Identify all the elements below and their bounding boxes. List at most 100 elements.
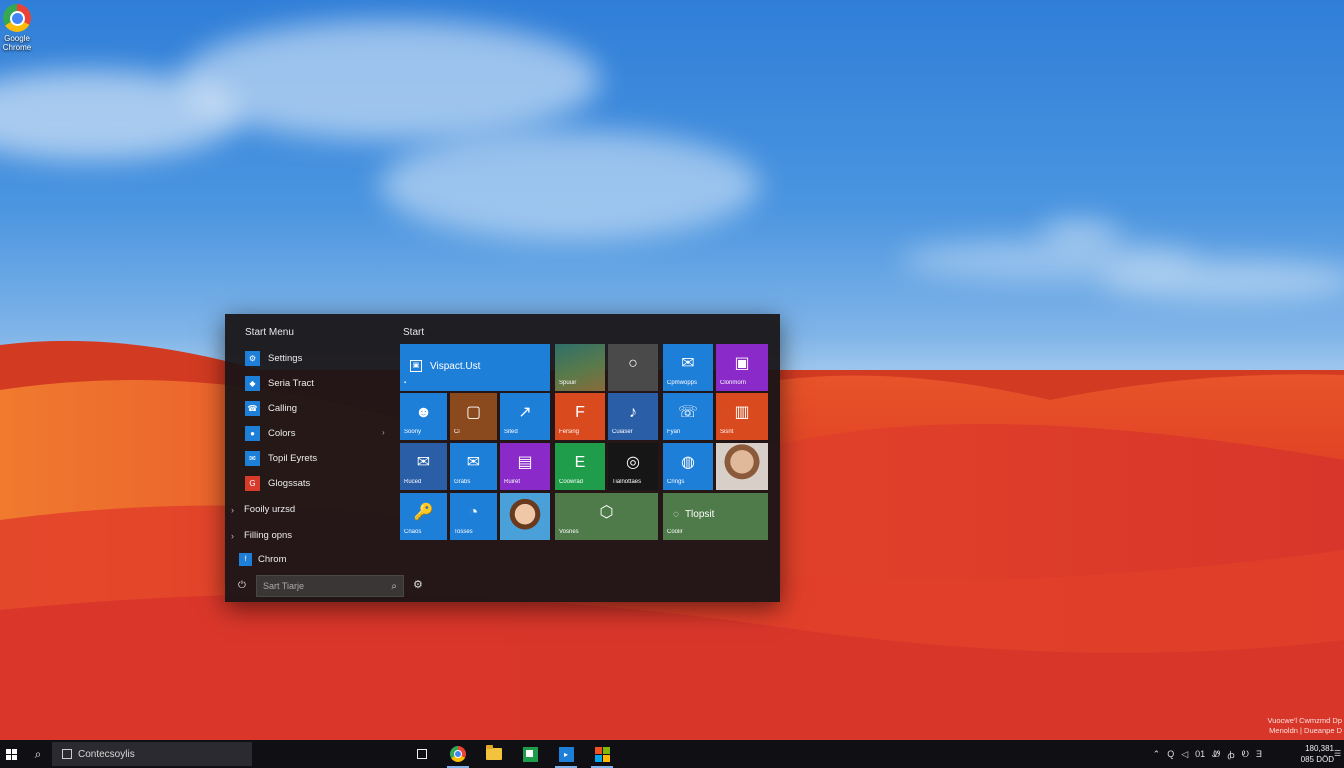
store-icon: ▸ — [558, 746, 574, 762]
desktop-icon-label: Google Chrome — [2, 34, 32, 52]
app-group-2[interactable]: › Filling opns — [231, 530, 292, 541]
excel-icon: E — [574, 454, 586, 471]
office-icon: F — [575, 404, 585, 421]
mail-icon: ✉ — [245, 451, 260, 466]
start-search-input[interactable] — [263, 581, 392, 591]
search-icon: ⌕ — [34, 746, 42, 761]
app-item-colors[interactable]: ● Colors — [245, 421, 395, 446]
system-tray: ⌃ Q ◁ 01 Ꮺ ꞗ Ꭷ Ǝ — [1153, 740, 1262, 768]
app-group-label: Filling opns — [244, 530, 293, 541]
cortana-search-box[interactable]: Contecsoylis — [52, 742, 252, 766]
chrome-icon — [3, 4, 31, 32]
watermark-line: Vuocwe'l Cwmzmd Dp — [1267, 716, 1342, 725]
tile-photo-landscape[interactable]: Spuuir — [555, 344, 605, 391]
tile-key[interactable]: 🔑 Cnaos — [400, 493, 447, 540]
desktop-icon-chrome[interactable]: Google Chrome — [0, 4, 34, 52]
cortana-text: Contecsoylis — [78, 748, 135, 760]
tile-label: Tlopsit — [684, 509, 715, 520]
app-item-label: Calling — [268, 403, 298, 414]
app-icon: ◔ — [468, 504, 479, 521]
colors-icon: ● — [245, 426, 260, 441]
app-item-label: Settings — [268, 353, 303, 364]
app-group-1[interactable]: › Fooily urzsd — [231, 504, 295, 515]
activation-watermark: Vuocwe'l Cwmzmd Dp Menoldn | Dueanpe D — [1267, 716, 1342, 736]
taskbar-file-explorer[interactable] — [478, 740, 510, 768]
tray-icon[interactable]: Q — [1167, 749, 1174, 759]
tile-sited[interactable]: ↗ Sited — [500, 393, 550, 440]
app-icon: ▤ — [517, 454, 533, 471]
tile-label: Cnngs — [667, 479, 685, 485]
tile-vispact[interactable]: ▣ Vispact.Ust ▪ — [400, 344, 550, 391]
tile-label: Ci — [454, 429, 460, 435]
start-button[interactable] — [0, 740, 22, 768]
app-item-chrome[interactable]: f Chrom — [239, 553, 287, 566]
tile-people[interactable]: ☻ Soony — [400, 393, 447, 440]
tile-orange-app[interactable]: ▥ Sisnt — [716, 393, 768, 440]
lens-icon: ◎ — [626, 454, 640, 471]
app-item-glogssats[interactable]: G Glogssats — [245, 471, 395, 496]
tile-browser[interactable]: ◍ Cnngs — [663, 443, 713, 490]
tile-mail-2[interactable]: ✉ Ruced — [400, 443, 447, 490]
app-item-calling[interactable]: ☎ Calling — [245, 396, 395, 421]
tile-phone[interactable]: ☏ Fyan — [663, 393, 713, 440]
chrome-icon — [450, 746, 466, 762]
music-icon: ♪ — [629, 404, 637, 421]
app-item-label: Chrom — [258, 554, 287, 565]
tray-icon[interactable]: ꞗ — [1227, 748, 1235, 761]
tile-label: Ruced — [404, 479, 422, 485]
phone-icon: ☏ — [677, 404, 698, 421]
tile-dark-app[interactable]: ◎ Tialnottaes — [608, 443, 658, 490]
task-view-button[interactable] — [406, 740, 438, 768]
taskbar-sheets[interactable] — [514, 740, 546, 768]
tile-contact-photo[interactable] — [716, 443, 768, 490]
start-menu: Start Menu ⚙ Settings ◆ Seria Tract ☎ Ca… — [225, 314, 780, 602]
volume-icon[interactable]: ◁ — [1181, 749, 1188, 760]
tile-label: Vispact.Ust — [430, 360, 481, 372]
start-search-box[interactable]: ⌕ — [256, 575, 404, 597]
tray-icon[interactable]: Ꮺ — [1212, 749, 1220, 760]
tile-mail-3[interactable]: ✉ Grabs — [450, 443, 497, 490]
tile-tlopsit[interactable]: ◌ Tlopsit Coolir — [663, 493, 768, 540]
app-list: ⚙ Settings ◆ Seria Tract ☎ Calling ● Col… — [245, 346, 395, 496]
tile-purple-2[interactable]: ▤ Ruiret — [500, 443, 550, 490]
tray-icon[interactable]: Ꭷ — [1242, 749, 1249, 760]
tray-icon[interactable]: Ǝ — [1256, 749, 1262, 759]
tile-office[interactable]: F Fersing — [555, 393, 605, 440]
app-item-label: Seria Tract — [268, 378, 314, 389]
cloud — [180, 20, 600, 140]
chevron-right-icon: › — [382, 428, 385, 437]
taskbar-clock[interactable]: 180,381 085 DÖD — [1264, 743, 1334, 765]
tray-icon[interactable]: 01 — [1195, 749, 1205, 759]
tile-mail[interactable]: ✉ Cpmwopps — [663, 344, 713, 391]
taskbar-microsoft[interactable] — [586, 740, 618, 768]
show-desktop-button[interactable]: ☰ — [1334, 740, 1342, 768]
app-item-topil-eyrets[interactable]: ✉ Topil Eyrets — [245, 446, 395, 471]
app-item-label: Glogssats — [268, 478, 311, 489]
taskbar-chrome[interactable] — [442, 740, 474, 768]
tile-label: Cnaos — [404, 529, 422, 535]
tile-purple-app[interactable]: ▣ Clonmorn — [716, 344, 768, 391]
taskbar-search-button[interactable]: ⌕ — [27, 740, 49, 768]
start-menu-title: Start Menu — [245, 327, 294, 338]
mail-icon: ✉ — [416, 454, 431, 471]
tile-child-photo[interactable] — [500, 493, 550, 540]
folder-icon — [486, 745, 502, 760]
tray-overflow-icon[interactable]: ⌃ — [1153, 749, 1161, 760]
document-icon: ▥ — [734, 404, 750, 421]
tile-brown-app[interactable]: ▢ Ci — [450, 393, 497, 440]
tile-tosses[interactable]: ◔ Tosses — [450, 493, 497, 540]
tile-music[interactable]: ♪ Cuiaser — [608, 393, 658, 440]
screen-icon: ▢ — [465, 404, 482, 421]
tile-label: Ruiret — [504, 479, 521, 485]
app-item-seria-tract[interactable]: ◆ Seria Tract — [245, 371, 395, 396]
tile-xbox[interactable]: ⬡ Vosnes — [555, 493, 658, 540]
tile-excel[interactable]: E Coowrad — [555, 443, 605, 490]
taskbar-store[interactable]: ▸ — [550, 740, 582, 768]
cloud — [1100, 260, 1344, 300]
app-item-settings[interactable]: ⚙ Settings — [245, 346, 395, 371]
power-button[interactable]: ⏻ — [235, 579, 249, 593]
key-icon: 🔑 — [413, 504, 434, 521]
tile-circle[interactable]: ○ — [608, 344, 658, 391]
settings-button[interactable]: ⚙ — [413, 578, 423, 591]
tile-label: Vosnes — [559, 529, 579, 535]
